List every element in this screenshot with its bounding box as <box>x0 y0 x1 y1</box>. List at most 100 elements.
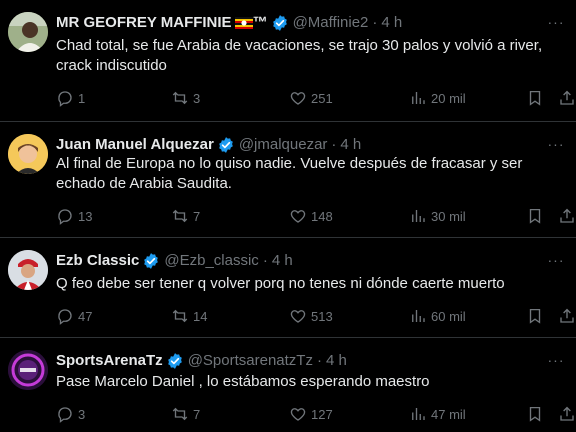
verified-badge-icon <box>166 352 184 370</box>
retweet-button[interactable]: 3 <box>171 86 200 110</box>
heart-icon <box>290 310 306 323</box>
share-button[interactable] <box>558 86 576 110</box>
separator-dot: · <box>262 252 268 269</box>
retweet-button[interactable]: 14 <box>171 304 207 328</box>
flag-emoji-icon <box>234 17 253 29</box>
bookmark-icon <box>529 308 541 324</box>
bookmark-button[interactable] <box>526 204 544 228</box>
display-name[interactable]: SportsArenaTz <box>56 351 163 371</box>
reply-button[interactable]: 3 <box>56 402 85 426</box>
retweet-button[interactable]: 7 <box>171 402 200 426</box>
name-suffix: ™ <box>252 14 268 31</box>
share-icon <box>560 208 574 223</box>
bookmark-icon <box>529 208 541 224</box>
timestamp[interactable]: 4 h <box>340 135 361 155</box>
heart-icon <box>290 92 306 105</box>
views-chart-icon <box>412 210 425 222</box>
share-button[interactable] <box>558 204 576 228</box>
reply-count: 47 <box>78 308 93 324</box>
timeline: MR GEOFREY MAFFINIE ™ @Maffinie2 · 4 h ·… <box>0 0 576 432</box>
avatar[interactable] <box>8 250 48 290</box>
views-button[interactable]: 30 mil <box>409 204 466 228</box>
views-count: 20 mil <box>431 90 466 106</box>
like-count: 148 <box>311 208 333 224</box>
reply-button[interactable]: 47 <box>56 304 92 328</box>
share-button[interactable] <box>558 304 576 328</box>
verified-badge-icon <box>142 252 160 270</box>
tweet[interactable]: Ezb Classic @Ezb_classic · 4 h ··· Q feo… <box>0 238 576 338</box>
handle[interactable]: @Maffinie2 <box>293 13 369 33</box>
share-icon <box>560 90 574 105</box>
tweet-text: Chad total, se fue Arabia de vacaciones,… <box>56 37 543 74</box>
tweet-actions: 3 7 127 47 mil <box>48 402 574 426</box>
share-icon <box>560 308 574 323</box>
display-name[interactable]: Juan Manuel Alquezar <box>56 135 214 155</box>
more-options-icon[interactable]: ··· <box>546 350 566 370</box>
views-chart-icon <box>412 92 425 104</box>
retweet-count: 7 <box>193 208 201 224</box>
timestamp[interactable]: 4 h <box>381 13 402 33</box>
tweet-header: SportsArenaTz @SportsarenatzTz · 4 h <box>56 351 347 371</box>
tweet[interactable]: Juan Manuel Alquezar @jmalquezar · 4 h ·… <box>0 122 576 238</box>
views-chart-icon <box>412 310 425 322</box>
tweet[interactable]: MR GEOFREY MAFFINIE ™ @Maffinie2 · 4 h ·… <box>0 0 576 122</box>
bookmark-icon <box>529 406 541 422</box>
bookmark-button[interactable] <box>526 402 544 426</box>
separator-dot: · <box>331 136 337 153</box>
avatar[interactable] <box>8 12 48 52</box>
reply-icon <box>58 91 72 107</box>
share-icon <box>560 406 574 421</box>
handle[interactable]: @jmalquezar <box>239 135 328 155</box>
views-count: 30 mil <box>431 208 466 224</box>
views-count: 47 mil <box>431 406 466 422</box>
views-chart-icon <box>412 408 425 420</box>
retweet-icon <box>172 309 188 323</box>
handle[interactable]: @SportsarenatzTz <box>188 351 313 371</box>
retweet-icon <box>172 407 188 421</box>
display-name[interactable]: MR GEOFREY MAFFINIE <box>56 13 232 33</box>
handle[interactable]: @Ezb_classic <box>164 251 258 271</box>
like-count: 127 <box>311 406 333 422</box>
like-count: 251 <box>311 90 333 106</box>
timestamp[interactable]: 4 h <box>272 251 293 271</box>
share-button[interactable] <box>558 402 576 426</box>
more-options-icon[interactable]: ··· <box>546 250 566 270</box>
like-button[interactable]: 127 <box>289 402 333 426</box>
reply-button[interactable]: 13 <box>56 204 92 228</box>
more-options-icon[interactable]: ··· <box>546 12 566 32</box>
retweet-count: 3 <box>193 90 201 106</box>
like-count: 513 <box>311 308 333 324</box>
more-options-icon[interactable]: ··· <box>546 134 566 154</box>
retweet-count: 14 <box>193 308 208 324</box>
views-button[interactable]: 47 mil <box>409 402 466 426</box>
tweet-text: Al final de Europa no lo quiso nadie. Vu… <box>56 155 523 192</box>
display-name[interactable]: Ezb Classic <box>56 251 139 271</box>
like-button[interactable]: 251 <box>289 86 333 110</box>
tweet-actions: 47 14 513 60 mil <box>48 304 574 328</box>
reply-icon <box>58 407 72 423</box>
reply-button[interactable]: 1 <box>56 86 85 110</box>
heart-icon <box>290 210 306 223</box>
like-button[interactable]: 148 <box>289 204 333 228</box>
bookmark-button[interactable] <box>526 86 544 110</box>
timestamp[interactable]: 4 h <box>326 351 347 371</box>
verified-badge-icon <box>271 14 289 32</box>
reply-count: 13 <box>78 208 93 224</box>
avatar[interactable] <box>8 134 48 174</box>
reply-count: 3 <box>78 406 86 422</box>
tweet-header: Juan Manuel Alquezar @jmalquezar · 4 h <box>56 135 361 155</box>
views-count: 60 mil <box>431 308 466 324</box>
reply-icon <box>58 209 72 225</box>
bookmark-icon <box>529 90 541 106</box>
tweet[interactable]: SportsArenaTz @SportsarenatzTz · 4 h ···… <box>0 338 576 432</box>
views-button[interactable]: 60 mil <box>409 304 466 328</box>
like-button[interactable]: 513 <box>289 304 333 328</box>
reply-icon <box>58 309 72 325</box>
bookmark-button[interactable] <box>526 304 544 328</box>
avatar[interactable] <box>8 350 48 390</box>
retweet-icon <box>172 91 188 105</box>
views-button[interactable]: 20 mil <box>409 86 466 110</box>
retweet-button[interactable]: 7 <box>171 204 200 228</box>
tweet-actions: 13 7 148 30 mil <box>48 204 574 228</box>
separator-dot: · <box>372 14 378 31</box>
